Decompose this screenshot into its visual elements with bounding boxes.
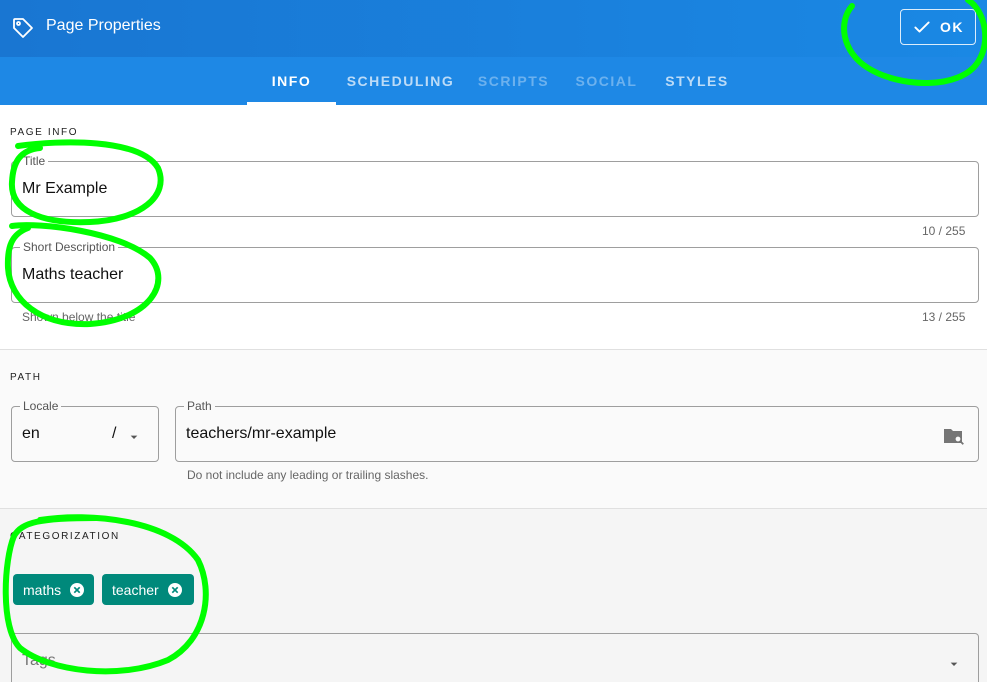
short-description-field[interactable]: Short Description Maths teacher bbox=[11, 240, 979, 303]
title-field[interactable]: Title Mr Example bbox=[11, 154, 979, 217]
short-description-counter: 13 / 255 bbox=[922, 310, 966, 324]
chip-label: maths bbox=[23, 581, 62, 598]
close-circle-icon[interactable] bbox=[167, 582, 183, 598]
page-info-section: PAGE INFO Title Mr Example 10 / 255 Shor… bbox=[0, 105, 987, 350]
locale-separator: / bbox=[112, 425, 117, 442]
path-section: PATH Locale en / Path teachers/mr-exampl… bbox=[0, 350, 987, 509]
locale-value: en bbox=[22, 425, 40, 442]
ok-button[interactable]: OK bbox=[900, 9, 976, 45]
folder-search-icon[interactable] bbox=[942, 425, 966, 447]
tab-bar: INFO SCHEDULING SCRIPTS SOCIAL STYLES bbox=[0, 57, 987, 105]
categorization-heading: CATEGORIZATION bbox=[10, 531, 120, 542]
tab-scheduling[interactable]: SCHEDULING bbox=[336, 57, 465, 105]
tags-placeholder: Tags bbox=[22, 652, 56, 669]
title-counter: 10 / 255 bbox=[922, 224, 966, 238]
tab-scripts: SCRIPTS bbox=[477, 73, 550, 89]
locale-label: Locale bbox=[20, 399, 62, 413]
short-description-value: Maths teacher bbox=[22, 266, 124, 283]
short-description-label: Short Description bbox=[20, 240, 119, 254]
chip-maths[interactable]: maths bbox=[13, 574, 94, 605]
tag-icon bbox=[13, 18, 33, 38]
path-heading: PATH bbox=[10, 372, 42, 383]
chip-teacher[interactable]: teacher bbox=[102, 574, 194, 605]
tab-styles[interactable]: STYLES bbox=[651, 57, 743, 105]
locale-select[interactable]: Locale en / bbox=[11, 399, 159, 462]
tags-select[interactable]: Tags bbox=[11, 633, 979, 682]
ok-label: OK bbox=[940, 19, 964, 35]
check-icon bbox=[914, 21, 930, 33]
chevron-down-icon bbox=[950, 662, 958, 666]
tab-social: SOCIAL bbox=[575, 73, 638, 89]
path-input[interactable]: Path teachers/mr-example bbox=[175, 399, 979, 462]
path-label: Path bbox=[184, 399, 215, 413]
short-description-hint: Shown below the title bbox=[22, 310, 136, 324]
chip-label: teacher bbox=[112, 581, 159, 598]
title-field-value: Mr Example bbox=[22, 180, 108, 197]
path-hint: Do not include any leading or trailing s… bbox=[187, 468, 429, 482]
chevron-down-icon bbox=[130, 435, 138, 439]
title-field-label: Title bbox=[20, 154, 49, 168]
dialog-header: Page Properties OK bbox=[0, 0, 987, 57]
path-value: teachers/mr-example bbox=[186, 425, 337, 442]
close-circle-icon[interactable] bbox=[69, 582, 85, 598]
page-info-heading: PAGE INFO bbox=[10, 127, 79, 138]
tab-info[interactable]: INFO bbox=[247, 57, 336, 105]
dialog-title: Page Properties bbox=[46, 17, 161, 34]
